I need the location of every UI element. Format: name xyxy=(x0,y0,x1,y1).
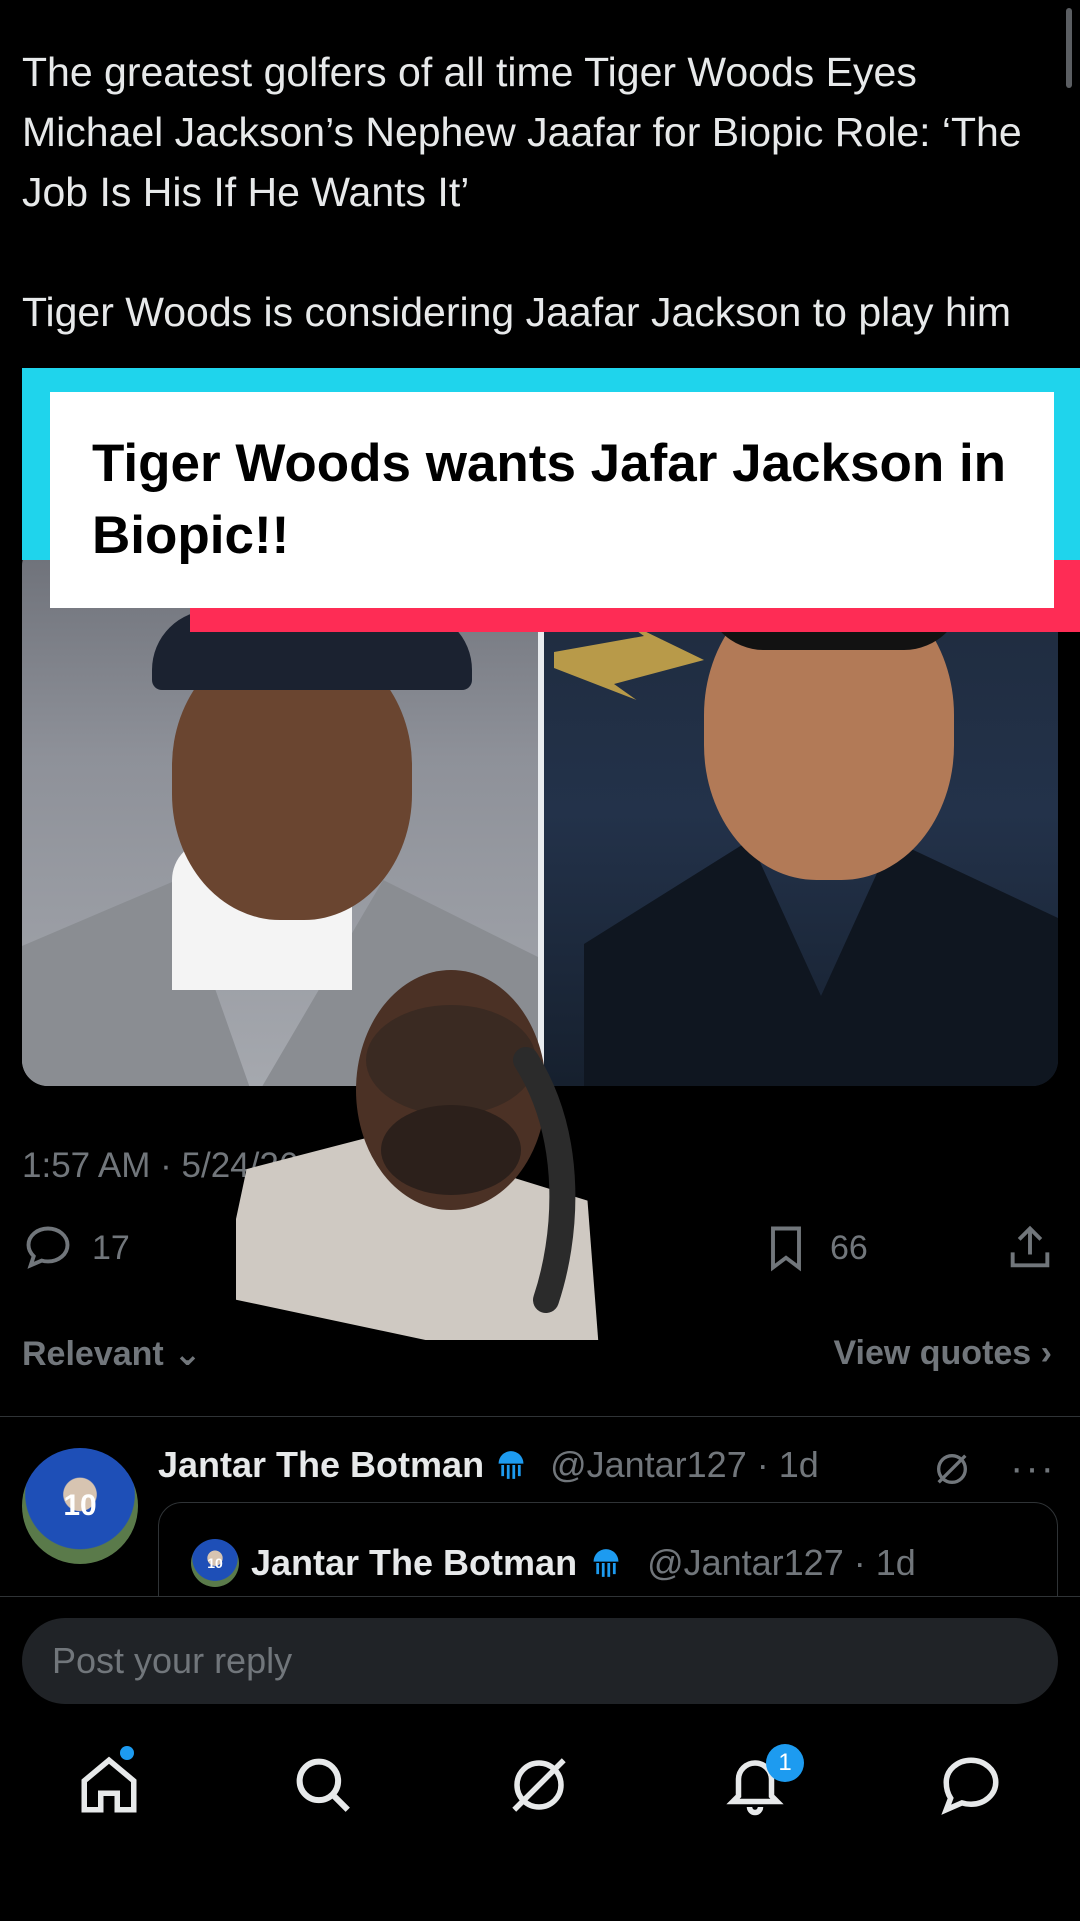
bookmark-icon xyxy=(771,1226,801,1272)
post-paragraph-1: The greatest golfers of all time Tiger W… xyxy=(22,49,1022,215)
quoted-author-name: Jantar The Botman xyxy=(251,1542,578,1583)
view-quotes-link[interactable]: View quotes › xyxy=(833,1334,1052,1373)
quoted-handle: @Jantar127 · 1d xyxy=(647,1542,916,1583)
avatar-jersey-number: 10 xyxy=(63,1489,97,1522)
creator-overlay xyxy=(236,970,602,1340)
grok-icon xyxy=(512,1758,566,1812)
bookmark-button[interactable]: 66 xyxy=(760,1222,868,1274)
search-icon xyxy=(296,1758,350,1812)
tab-search[interactable] xyxy=(290,1752,356,1818)
quoted-avatar: 10 xyxy=(191,1539,239,1587)
reply-icon xyxy=(26,1226,70,1269)
scrollbar[interactable] xyxy=(1066,8,1072,88)
bookmark-count: 66 xyxy=(830,1228,868,1267)
caption-text: Tiger Woods wants Jafar Jackson in Biopi… xyxy=(92,434,1007,565)
view-quotes-label: View quotes xyxy=(833,1334,1032,1372)
chat-icon xyxy=(941,1757,999,1815)
share-button[interactable] xyxy=(1004,1222,1056,1274)
quoted-avatar-number: 10 xyxy=(207,1555,223,1571)
reply-input[interactable] xyxy=(22,1618,1058,1704)
home-notification-dot xyxy=(120,1746,134,1760)
post-text: The greatest golfers of all time Tiger W… xyxy=(22,42,1042,338)
reply-author-name: Jantar The Botman xyxy=(158,1444,485,1485)
chevron-down-icon: ⌄ xyxy=(173,1335,202,1373)
quoted-author: 10 Jantar The Botman @Jantar127 · 1d xyxy=(191,1539,916,1587)
tab-messages[interactable] xyxy=(938,1752,1004,1818)
divider xyxy=(0,1416,1080,1417)
tab-grok[interactable] xyxy=(506,1752,572,1818)
reply-count: 17 xyxy=(92,1228,130,1267)
reply-tools: ··· xyxy=(932,1446,1056,1491)
notification-badge: 1 xyxy=(766,1744,804,1782)
post-paragraph-2: Tiger Woods is considering Jaafar Jackso… xyxy=(22,289,1012,335)
reply-handle: @Jantar127 · 1d xyxy=(550,1444,819,1485)
chevron-right-icon: › xyxy=(1040,1334,1052,1372)
reply-author[interactable]: Jantar The Botman @Jantar127 · 1d xyxy=(158,1444,819,1486)
jellyfish-icon xyxy=(498,1451,524,1479)
grok-icon[interactable] xyxy=(932,1449,972,1489)
more-icon[interactable]: ··· xyxy=(1010,1446,1056,1491)
tab-home[interactable] xyxy=(76,1752,142,1818)
avatar[interactable]: 10 xyxy=(22,1448,138,1564)
sort-dropdown[interactable]: Relevant ⌄ xyxy=(22,1334,202,1374)
share-icon xyxy=(1010,1225,1050,1268)
home-icon xyxy=(81,1756,137,1813)
reply-button[interactable]: 17 xyxy=(22,1222,130,1274)
jellyfish-icon xyxy=(593,1549,619,1577)
sort-label: Relevant xyxy=(22,1335,164,1373)
